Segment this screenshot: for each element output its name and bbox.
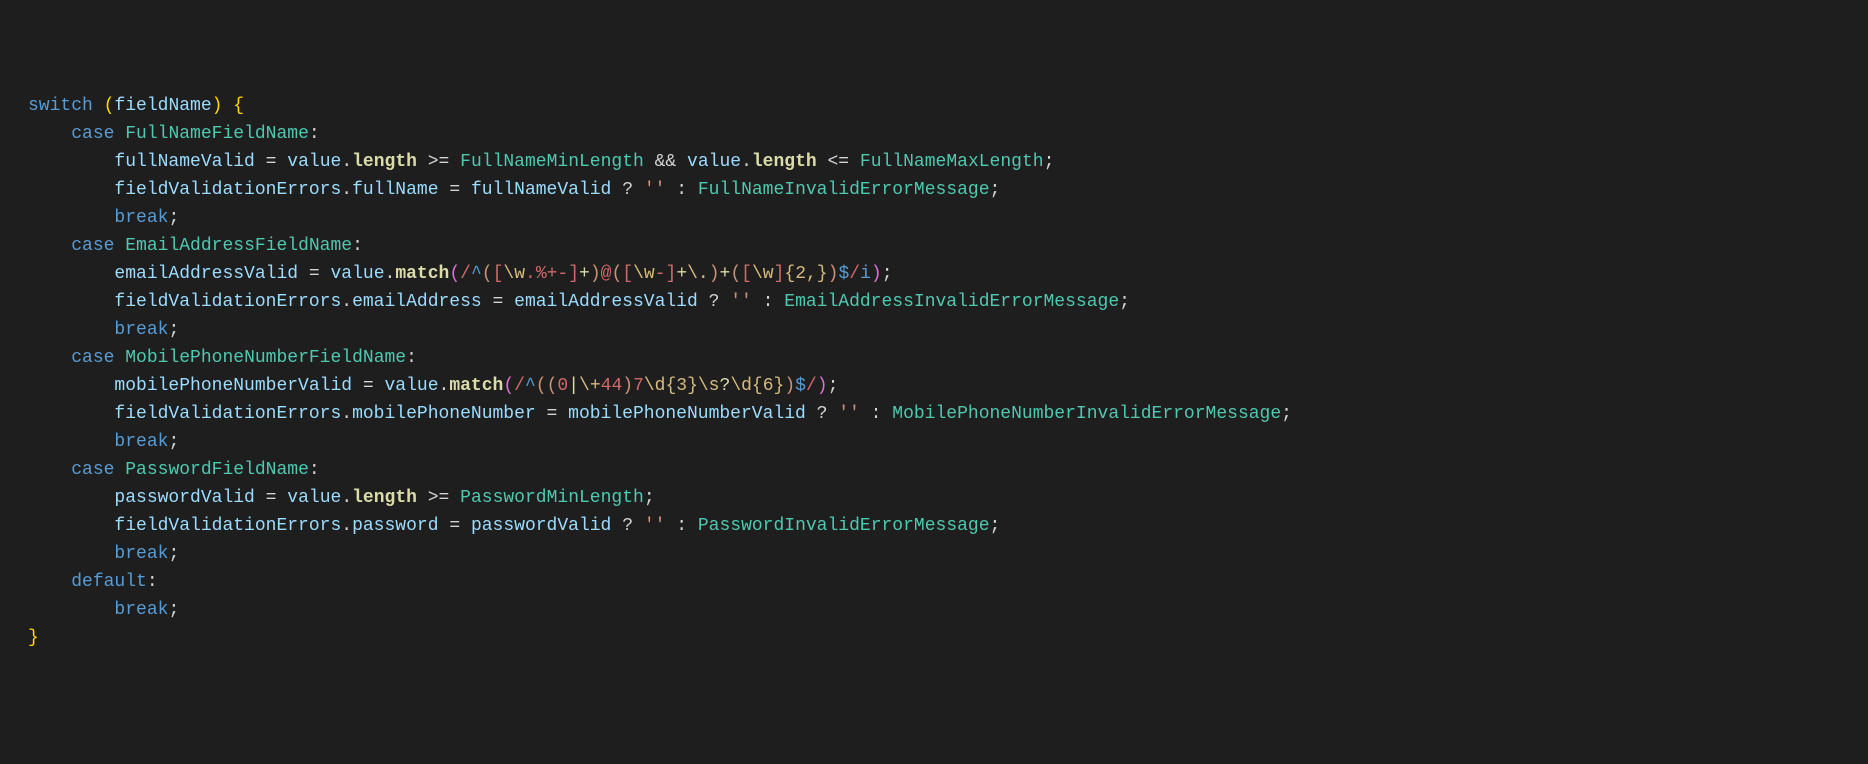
identifier: mobilePhoneNumberValid: [568, 404, 806, 424]
identifier: value: [385, 376, 439, 396]
identifier: value: [687, 152, 741, 172]
identifier: fieldValidationErrors: [114, 404, 341, 424]
keyword-case: case: [71, 236, 114, 256]
method-match: match: [449, 376, 503, 396]
keyword-break: break: [114, 320, 168, 340]
property-length: length: [352, 488, 417, 508]
identifier: fullNameValid: [471, 180, 611, 200]
identifier: value: [287, 488, 341, 508]
keyword-break: break: [114, 544, 168, 564]
identifier: FullNameInvalidErrorMessage: [698, 180, 990, 200]
code-line: case PasswordFieldName:: [28, 460, 320, 480]
identifier: PasswordFieldName: [125, 460, 309, 480]
method-match: match: [395, 264, 449, 284]
code-line: break;: [28, 208, 179, 228]
identifier: EmailAddressInvalidErrorMessage: [784, 292, 1119, 312]
identifier: PasswordInvalidErrorMessage: [698, 516, 990, 536]
code-line: case FullNameFieldName:: [28, 124, 320, 144]
property: emailAddress: [352, 292, 482, 312]
identifier: passwordValid: [471, 516, 611, 536]
regex-literal: /^((0|\+44)7\d{3}\s?\d{6})$/: [514, 376, 817, 396]
identifier: fullNameValid: [114, 152, 254, 172]
code-line: case EmailAddressFieldName:: [28, 236, 363, 256]
code-line: passwordValid = value.length >= Password…: [28, 488, 655, 508]
code-line: fieldValidationErrors.password = passwor…: [28, 516, 1000, 536]
code-line: }: [28, 628, 39, 648]
identifier: emailAddressValid: [514, 292, 698, 312]
code-line: break;: [28, 432, 179, 452]
string-literal: '': [838, 404, 860, 424]
identifier: fieldValidationErrors: [114, 292, 341, 312]
property: password: [352, 516, 438, 536]
identifier: fieldValidationErrors: [114, 180, 341, 200]
code-line: default:: [28, 572, 158, 592]
identifier: value: [287, 152, 341, 172]
regex-literal: /^([\w.%+-]+)@([\w-]+\.)+([\w]{2,})$/i: [460, 264, 871, 284]
string-literal: '': [644, 180, 666, 200]
identifier: fieldValidationErrors: [114, 516, 341, 536]
identifier: MobilePhoneNumberFieldName: [125, 348, 406, 368]
identifier: value: [331, 264, 385, 284]
property: mobilePhoneNumber: [352, 404, 536, 424]
identifier: MobilePhoneNumberInvalidErrorMessage: [892, 404, 1281, 424]
identifier: passwordValid: [114, 488, 254, 508]
code-line: fieldValidationErrors.mobilePhoneNumber …: [28, 404, 1292, 424]
keyword-case: case: [71, 460, 114, 480]
string-literal: '': [730, 292, 752, 312]
keyword-break: break: [114, 600, 168, 620]
property-length: length: [352, 152, 417, 172]
code-line: fullNameValid = value.length >= FullName…: [28, 152, 1054, 172]
keyword-break: break: [114, 208, 168, 228]
identifier: emailAddressValid: [114, 264, 298, 284]
property: fullName: [352, 180, 438, 200]
property-length: length: [752, 152, 817, 172]
code-line: emailAddressValid = value.match(/^([\w.%…: [28, 264, 893, 284]
code-line: break;: [28, 600, 179, 620]
code-line: fieldValidationErrors.emailAddress = ema…: [28, 292, 1130, 312]
code-line: break;: [28, 320, 179, 340]
string-literal: '': [644, 516, 666, 536]
identifier: mobilePhoneNumberValid: [114, 376, 352, 396]
keyword-switch: switch: [28, 96, 93, 116]
keyword-case: case: [71, 348, 114, 368]
code-line: case MobilePhoneNumberFieldName:: [28, 348, 417, 368]
keyword-default: default: [71, 572, 147, 592]
identifier: FullNameMinLength: [460, 152, 644, 172]
code-line: switch (fieldName) {: [28, 96, 244, 116]
identifier: PasswordMinLength: [460, 488, 644, 508]
keyword-case: case: [71, 124, 114, 144]
identifier: EmailAddressFieldName: [125, 236, 352, 256]
keyword-break: break: [114, 432, 168, 452]
identifier: FullNameMaxLength: [860, 152, 1044, 172]
identifier: FullNameFieldName: [125, 124, 309, 144]
code-line: mobilePhoneNumberValid = value.match(/^(…: [28, 376, 838, 396]
identifier: fieldName: [114, 96, 211, 116]
code-editor[interactable]: switch (fieldName) { case FullNameFieldN…: [28, 92, 1868, 652]
code-line: break;: [28, 544, 179, 564]
code-line: fieldValidationErrors.fullName = fullNam…: [28, 180, 1000, 200]
